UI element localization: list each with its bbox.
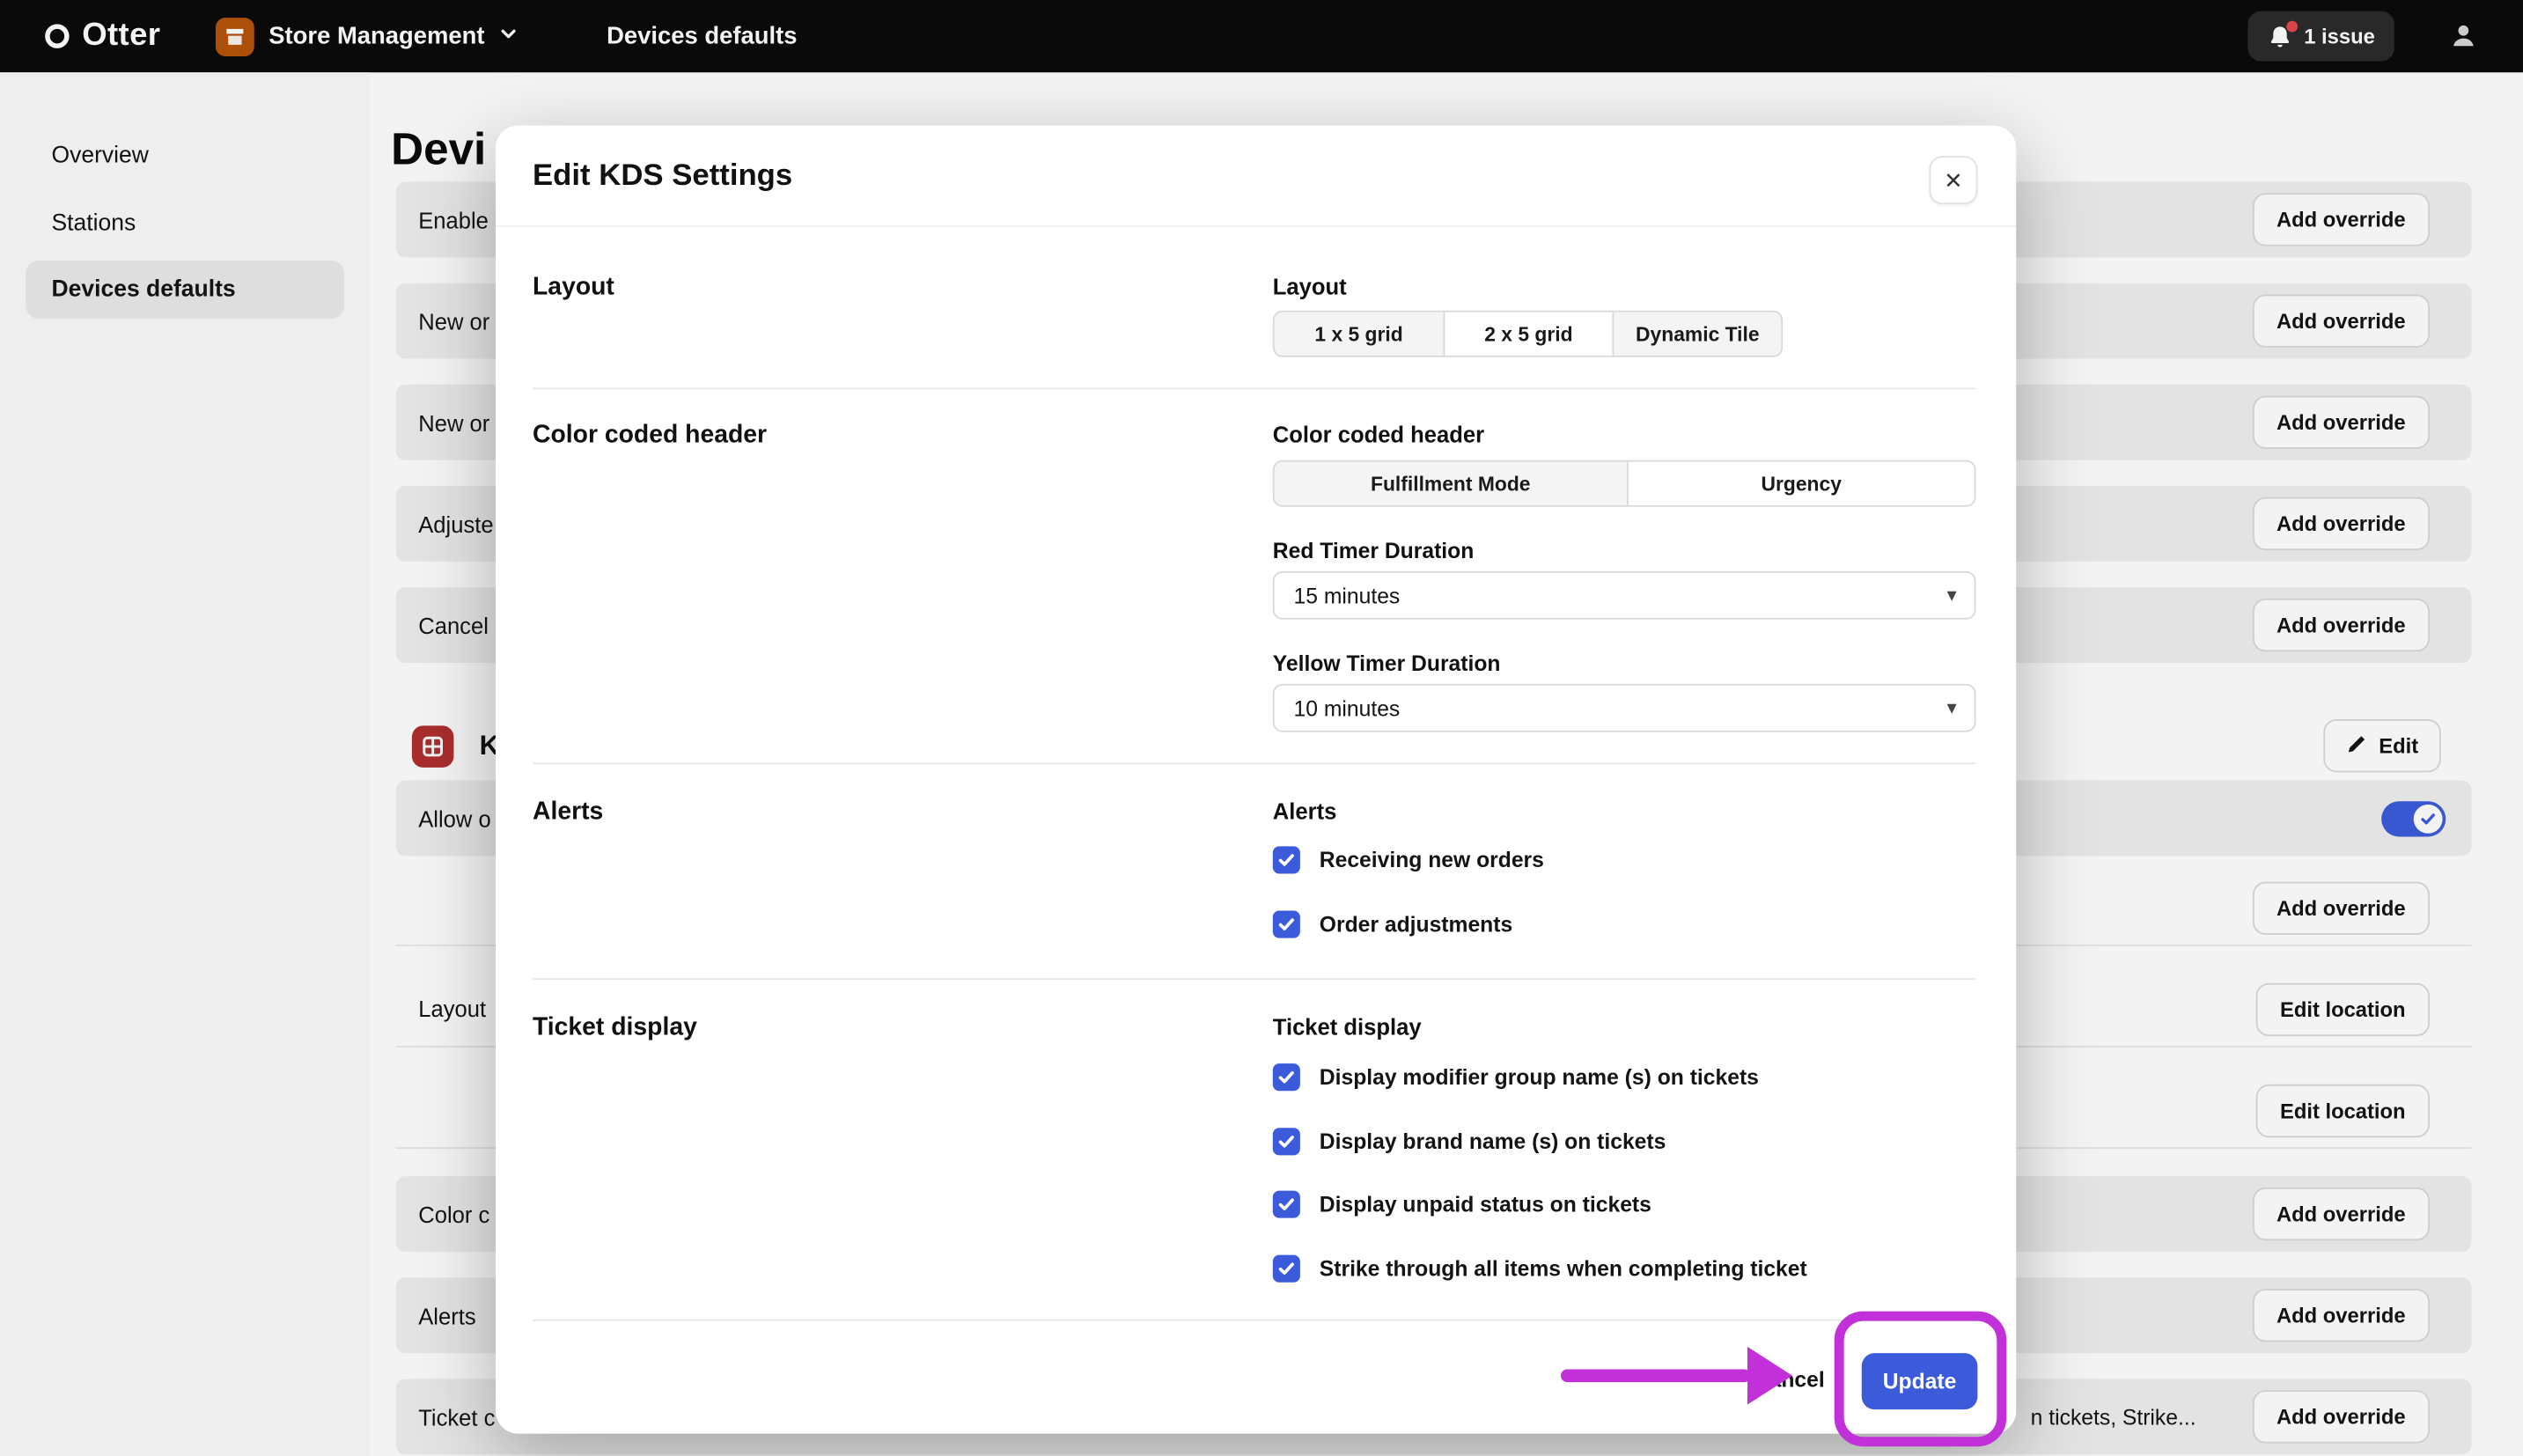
field-label-ticket-display: Ticket display	[1273, 1014, 1422, 1040]
checkbox-row: Receiving new orders	[1273, 845, 1544, 874]
chevron-down-icon: ▾	[1947, 696, 1957, 719]
section-label-layout: Layout	[533, 274, 614, 303]
checkbox-label: Display brand name (s) on tickets	[1320, 1129, 1666, 1152]
divider	[533, 387, 1976, 389]
divider	[533, 762, 1976, 764]
color-header-segmented-control: Fulfillment Mode Urgency	[1273, 460, 1976, 507]
segment-urgency[interactable]: Urgency	[1627, 462, 1975, 505]
segment-dynamic-tile[interactable]: Dynamic Tile	[1612, 313, 1781, 356]
segment-1x5-grid[interactable]: 1 x 5 grid	[1275, 313, 1444, 356]
checkbox-checked[interactable]	[1273, 1063, 1300, 1090]
yellow-timer-select[interactable]: 10 minutes ▾	[1273, 684, 1976, 732]
modal-title: Edit KDS Settings	[533, 159, 792, 195]
yellow-timer-label: Yellow Timer Duration	[1273, 651, 1501, 675]
checkbox-checked[interactable]	[1273, 1127, 1300, 1154]
section-label-alerts: Alerts	[533, 798, 603, 827]
divider	[533, 978, 1976, 980]
checkbox-checked[interactable]	[1273, 910, 1300, 938]
checkbox-checked[interactable]	[1273, 846, 1300, 873]
divider	[496, 225, 2016, 227]
close-icon: ✕	[1944, 166, 1962, 194]
section-label-color-header: Color coded header	[533, 422, 767, 451]
checkbox-label: Order adjustments	[1320, 911, 1512, 935]
app-root: Otter Store Management Devices defaults …	[0, 0, 2523, 1456]
annotation-highlight-box	[1835, 1312, 2007, 1447]
segment-fulfillment-mode[interactable]: Fulfillment Mode	[1275, 462, 1627, 505]
checkbox-label: Strike through all items when completing…	[1320, 1256, 1807, 1280]
checkbox-row: Display modifier group name (s) on ticke…	[1273, 1062, 1759, 1091]
checkbox-label: Display modifier group name (s) on ticke…	[1320, 1064, 1759, 1088]
checkbox-row: Display unpaid status on tickets	[1273, 1189, 1651, 1218]
red-timer-value: 15 minutes	[1294, 584, 1401, 607]
checkbox-row: Strike through all items when completing…	[1273, 1254, 1807, 1283]
annotation-arrow-line	[1561, 1369, 1751, 1382]
field-label-color-header: Color coded header	[1273, 422, 1484, 447]
divider	[533, 1320, 1976, 1321]
section-label-ticket-display: Ticket display	[533, 1014, 697, 1043]
yellow-timer-value: 10 minutes	[1294, 696, 1401, 720]
close-button[interactable]: ✕	[1930, 156, 1978, 204]
field-label-alerts: Alerts	[1273, 798, 1337, 824]
checkbox-label: Display unpaid status on tickets	[1320, 1191, 1651, 1215]
segment-2x5-grid[interactable]: 2 x 5 grid	[1444, 313, 1613, 356]
checkbox-row: Order adjustments	[1273, 909, 1512, 938]
red-timer-label: Red Timer Duration	[1273, 539, 1475, 563]
layout-segmented-control: 1 x 5 grid 2 x 5 grid Dynamic Tile	[1273, 311, 1783, 357]
edit-kds-settings-modal: Edit KDS Settings ✕ Layout Layout 1 x 5 …	[496, 126, 2016, 1434]
field-label-layout: Layout	[1273, 274, 1347, 299]
checkbox-label: Receiving new orders	[1320, 847, 1544, 871]
chevron-down-icon: ▾	[1947, 584, 1957, 607]
checkbox-checked[interactable]	[1273, 1190, 1300, 1217]
annotation-arrow-head	[1747, 1347, 1792, 1405]
checkbox-row: Display brand name (s) on tickets	[1273, 1126, 1666, 1155]
checkbox-checked[interactable]	[1273, 1254, 1300, 1282]
red-timer-select[interactable]: 15 minutes ▾	[1273, 571, 1976, 620]
